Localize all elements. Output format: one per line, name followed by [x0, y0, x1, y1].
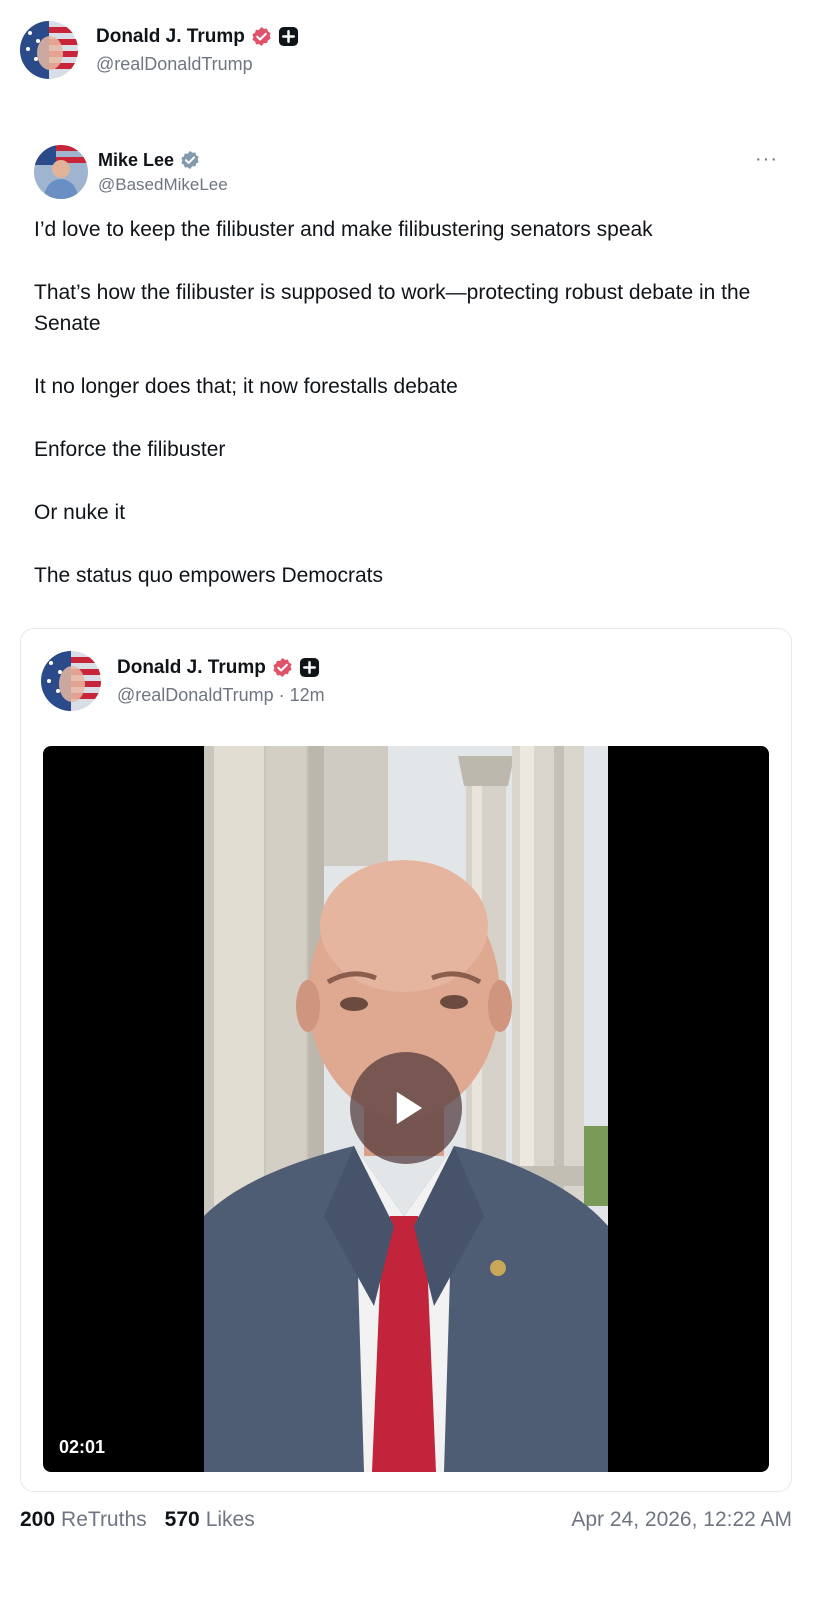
author-avatar[interactable]: [20, 21, 78, 79]
quoted-post-header: Donald J. Trump @realDonaldTrump · 12m: [41, 651, 325, 711]
tweet-author-name[interactable]: Mike Lee: [98, 150, 174, 171]
quoted-author-info: Donald J. Trump @realDonaldTrump · 12m: [117, 657, 325, 706]
video-duration: 02:01: [59, 1437, 106, 1457]
tweet-paragraph: It no longer does that; it now forestall…: [34, 375, 458, 398]
verified-badge-icon: [272, 657, 293, 678]
tweet-author-info: Mike Lee @BasedMikeLee: [98, 150, 228, 195]
post-header: Donald J. Trump @realDonaldTrump: [20, 20, 299, 80]
play-icon: [396, 1091, 423, 1125]
retruths-label[interactable]: ReTruths: [61, 1508, 147, 1532]
embedded-tweet: Mike Lee @BasedMikeLee ··· I’d love to k…: [20, 140, 800, 623]
tweet-header: Mike Lee @BasedMikeLee ···: [20, 140, 800, 204]
tweet-author-handle[interactable]: @BasedMikeLee: [98, 175, 228, 195]
author-name[interactable]: Donald J. Trump: [96, 26, 245, 48]
retruths-count[interactable]: 200: [20, 1508, 55, 1532]
tweet-paragraph: Or nuke it: [34, 501, 126, 524]
tweet-paragraph: That’s how the filibuster is supposed to…: [34, 281, 751, 335]
engagement-stats: 200 ReTruths 570 Likes: [20, 1508, 273, 1532]
tweet-body: I’d love to keep the filibuster and make…: [20, 214, 800, 591]
quoted-author-name[interactable]: Donald J. Trump: [117, 657, 266, 679]
video-player[interactable]: 02:01: [43, 746, 769, 1472]
tweet-paragraph: Enforce the filibuster: [34, 438, 226, 461]
verified-badge-icon: [180, 150, 201, 171]
author-handle[interactable]: @realDonaldTrump: [96, 54, 299, 75]
verified-badge-icon: [251, 26, 272, 47]
tweet-paragraph: The status quo empowers Democrats: [34, 564, 383, 587]
likes-count[interactable]: 570: [165, 1508, 200, 1532]
quoted-post-card[interactable]: Donald J. Trump @realDonaldTrump · 12m 0…: [20, 628, 792, 1492]
plus-icon: [299, 657, 320, 678]
likes-label[interactable]: Likes: [206, 1508, 255, 1532]
tweet-paragraph: I’d love to keep the filibuster and make…: [34, 218, 653, 241]
quoted-author-handle[interactable]: @realDonaldTrump · 12m: [117, 685, 325, 706]
play-button[interactable]: [350, 1052, 462, 1164]
more-options-button[interactable]: ···: [755, 148, 778, 171]
author-info: Donald J. Trump @realDonaldTrump: [96, 26, 299, 75]
quoted-author-avatar[interactable]: [41, 651, 101, 711]
post-timestamp[interactable]: Apr 24, 2026, 12:22 AM: [571, 1508, 792, 1532]
plus-icon: [278, 26, 299, 47]
tweet-author-avatar[interactable]: [34, 145, 88, 199]
